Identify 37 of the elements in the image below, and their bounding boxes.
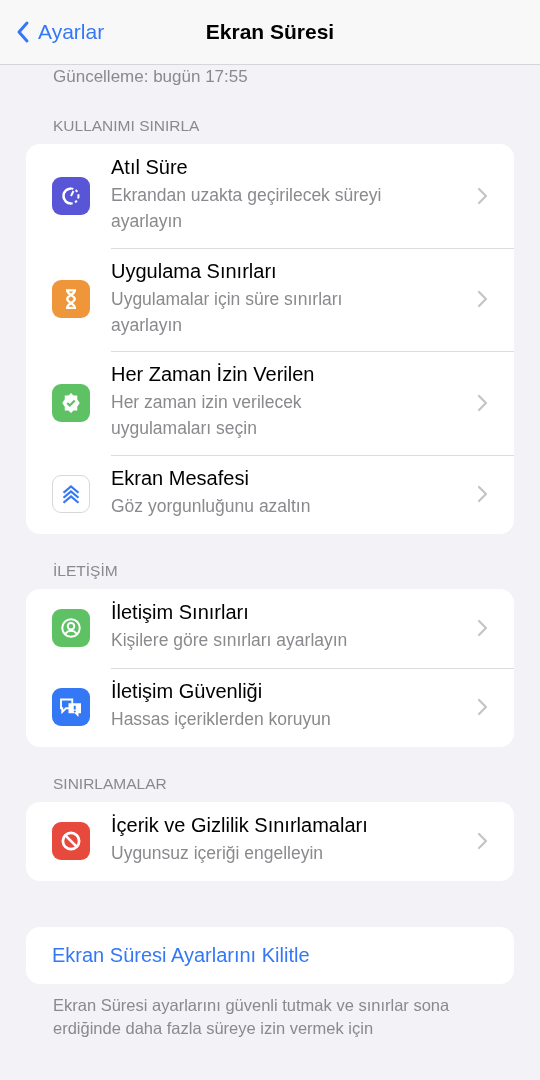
- lock-settings-button[interactable]: Ekran Süresi Ayarlarını Kilitle: [26, 926, 514, 984]
- chevron-icon: [476, 393, 488, 412]
- row-title: Her Zaman İzin Verilen: [111, 363, 315, 386]
- row-title: İletişim Sınırları: [111, 601, 249, 625]
- settings-row[interactable]: Ekran Mesafesi Göz yorgunluğunu azaltın: [26, 454, 514, 534]
- chevron-icon: [476, 485, 488, 503]
- row-title: Uygulama Sınırları: [111, 259, 277, 283]
- section-header: İLETİŞİM: [53, 561, 118, 579]
- row-subtitle: Uygulamalar için süre sınırları ayarlayın: [111, 287, 344, 337]
- row-subtitle: Göz yorgunluğunu azaltın: [111, 495, 311, 519]
- screen-title: Ekran Süresi: [205, 20, 335, 44]
- section-header: SINIRLAMALAR: [53, 774, 167, 792]
- row-subtitle: Hassas içeriklerden koruyun: [111, 708, 331, 732]
- settings-row[interactable]: İletişim Sınırları Kişilere göre sınırları ayarlayın: [26, 588, 514, 668]
- update-time: Güncelleme: bugün 17:55: [53, 67, 248, 86]
- row-title: Ekran Mesafesi: [111, 467, 249, 491]
- row-subtitle: Uygunsuz içeriği engelleyin: [111, 842, 324, 866]
- chevron-icon: [476, 832, 488, 850]
- back-button[interactable]: Ayarlar: [0, 19, 111, 45]
- footer-text: Ekran Süresi ayarlarını güvenli tutmak ve sınırlar sona erdiğinde daha fazla süreye izin vermek için: [53, 994, 451, 1039]
- chevron-icon: [476, 186, 488, 205]
- row-subtitle: Kişilere göre sınırları ayarlayın: [111, 629, 348, 653]
- chevron-icon: [476, 619, 488, 637]
- section-header: KULLANIMI SINIRLA: [53, 117, 200, 134]
- row-title: İletişim Güvenliği: [111, 680, 263, 704]
- row-title: Atıl Süre: [111, 156, 188, 179]
- settings-row[interactable]: Atıl Süre Ekrandan uzakta geçirilecek süreyi ayarlayın: [26, 144, 514, 248]
- settings-row[interactable]: İletişim Güvenliği Hassas içeriklerden koruyun: [26, 667, 514, 747]
- settings-row[interactable]: İçerik ve Gizlilik Sınırlamaları Uygunsuz içeriği engelleyin: [26, 801, 514, 881]
- chevron-icon: [476, 290, 488, 309]
- settings-row[interactable]: Uygulama Sınırları Uygulamalar için süre sınırları ayarlayın: [26, 247, 514, 351]
- row-title: İçerik ve Gizlilik Sınırlamaları: [111, 814, 368, 838]
- row-subtitle: Her zaman izin verilecek uygulamaları seçin: [111, 391, 303, 441]
- chevron-icon: [476, 698, 488, 716]
- settings-row[interactable]: Her Zaman İzin Verilen Her zaman izin verilecek uygulamaları seçin: [26, 351, 514, 455]
- back-chevron-icon: [16, 20, 30, 44]
- row-subtitle: Ekrandan uzakta geçirilecek süreyi ayarlayın: [111, 184, 383, 234]
